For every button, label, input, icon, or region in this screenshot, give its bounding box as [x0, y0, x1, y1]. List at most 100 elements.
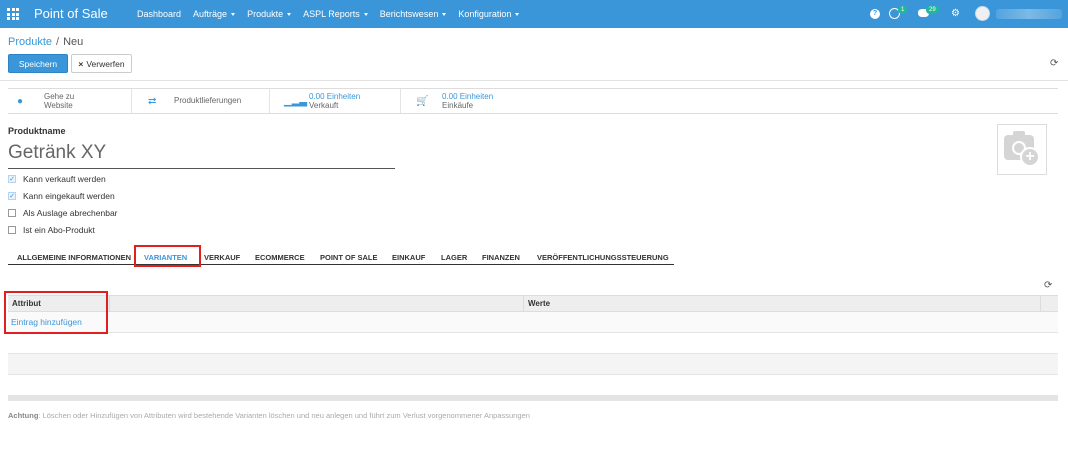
checkbox-unchecked-icon[interactable] [8, 226, 16, 234]
breadcrumb: Produkte / Neu [8, 36, 83, 48]
menu-berichtswesen[interactable]: Berichtswesen [380, 9, 447, 19]
discard-label: Verwerfen [86, 58, 125, 69]
caret-down-icon [442, 12, 447, 16]
table-row [8, 375, 1058, 396]
menu-produkte[interactable]: Produkte [247, 9, 292, 19]
smart-button-bar: ● Gehe zu Website ⇄ Produktlieferungen ▁▂… [8, 88, 1058, 114]
menu-label: Konfiguration [458, 9, 512, 19]
checkbox-subscription[interactable]: Ist ein Abo-Produkt [8, 225, 95, 235]
menu-label: ASPL Reports [303, 9, 360, 19]
table-row [8, 354, 1058, 375]
checkbox-checked-icon[interactable]: ✓ [8, 192, 16, 200]
plus-icon: + [1020, 147, 1040, 167]
smart-button-text: Produktlieferungen [174, 96, 241, 105]
menu-auftraege[interactable]: Aufträge [193, 9, 236, 19]
caret-down-icon [287, 12, 292, 16]
table-footer [8, 396, 1058, 401]
stat-line: Verkauft [309, 101, 339, 110]
tab-point-of-sale[interactable]: POINT OF SALE [320, 253, 378, 262]
product-name-label: Produktname [8, 126, 66, 136]
smart-button-text: 0.00 Einheiten Einkäufe [442, 92, 493, 110]
caret-down-icon [231, 12, 236, 16]
tab-finance[interactable]: FINANZEN [482, 253, 520, 262]
menu-label: Aufträge [193, 9, 228, 19]
stat-value: 0.00 Einheiten [309, 92, 361, 101]
menu-aspl-reports[interactable]: ASPL Reports [303, 9, 368, 19]
table-row: Eintrag hinzufügen [8, 312, 1058, 333]
tab-sales[interactable]: VERKAUF [204, 253, 240, 262]
stat-line: Einkäufe [442, 101, 474, 110]
top-navbar: Point of Sale Dashboard Aufträge Produkt… [0, 0, 1068, 28]
menu-konfiguration[interactable]: Konfiguration [458, 9, 520, 19]
signal-icon: ▁▂▃ [284, 96, 308, 107]
warning-message: : Löschen oder Hinzufügen von Attributen… [38, 411, 530, 420]
save-label: Speichern [18, 58, 58, 69]
main-menu: Dashboard Aufträge Produkte ASPL Reports… [137, 0, 531, 28]
debug-gear-icon[interactable]: ⚙ [951, 9, 962, 19]
message-count-badge: 29 [926, 6, 939, 14]
checkbox-label: Kann verkauft werden [23, 174, 106, 184]
apps-menu-icon[interactable] [7, 8, 19, 20]
checkbox-checked-icon[interactable]: ✓ [8, 175, 16, 183]
menu-label: Berichtswesen [379, 9, 439, 19]
stat-value: 0.00 Einheiten [442, 92, 494, 101]
discard-button[interactable]: × Verwerfen [71, 54, 132, 73]
checkbox-expense[interactable]: Als Auslage abrechenbar [8, 208, 118, 218]
variant-warning-text: Achtung: Löschen oder Hinzufügen von Att… [8, 411, 530, 420]
table-header: Attribut Werte [8, 295, 1058, 313]
column-separator [523, 296, 524, 313]
checkbox-unchecked-icon[interactable] [8, 209, 16, 217]
smart-button-sold[interactable]: ▁▂▃ 0.00 Einheiten Verkauft [270, 89, 401, 113]
checkbox-label: Als Auslage abrechenbar [23, 208, 118, 218]
breadcrumb-parent-link[interactable]: Produkte [8, 36, 52, 48]
tab-inventory[interactable]: LAGER [441, 253, 467, 262]
warning-label: Achtung [8, 411, 39, 420]
checkbox-label: Kann eingekauft werden [23, 191, 115, 201]
checkbox-can-be-purchased[interactable]: ✓ Kann eingekauft werden [8, 191, 115, 201]
tab-purchase[interactable]: EINKAUF [392, 253, 425, 262]
highlight-box-variants-tab [134, 245, 201, 267]
smart-button-text: Gehe zu Website [44, 92, 74, 110]
breadcrumb-current: Neu [63, 36, 84, 48]
refresh-icon[interactable]: ⟳ [1050, 58, 1058, 69]
tab-publishing[interactable]: VERÖFFENTLICHUNGSSTEUERUNG [537, 253, 669, 262]
breadcrumb-separator: / [56, 36, 60, 48]
product-name-input[interactable]: Getränk XY [8, 142, 106, 164]
smart-button-purchases[interactable]: 🛒 0.00 Einheiten Einkäufe [401, 89, 532, 113]
tab-ecommerce[interactable]: ECOMMERCE [255, 253, 305, 262]
menu-label: Produkte [247, 9, 284, 19]
checkbox-label: Ist ein Abo-Produkt [23, 225, 95, 235]
globe-icon: ● [17, 96, 24, 107]
menu-label: Dashboard [137, 9, 182, 19]
user-name-blurred[interactable] [996, 9, 1062, 19]
app-brand: Point of Sale [34, 6, 108, 21]
stat-line: Website [44, 101, 73, 110]
help-icon[interactable]: ? [870, 9, 880, 19]
activity-count-badge: 1 [898, 6, 908, 14]
product-name-underline [8, 168, 395, 169]
stat-line: Produktlieferungen [174, 96, 242, 105]
close-icon: × [78, 58, 84, 69]
tab-general-information[interactable]: ALLGEMEINE INFORMATIONEN [17, 253, 131, 262]
refresh-icon[interactable]: ⟳ [1044, 280, 1052, 291]
caret-down-icon [515, 12, 520, 16]
save-button[interactable]: Speichern [8, 54, 68, 73]
cart-icon: 🛒 [416, 96, 429, 107]
table-row [8, 333, 1058, 354]
checkbox-can-be-sold[interactable]: ✓ Kann verkauft werden [8, 174, 106, 184]
smart-button-website[interactable]: ● Gehe zu Website [8, 89, 132, 113]
smart-button-deliveries[interactable]: ⇄ Produktlieferungen [132, 89, 270, 113]
menu-dashboard[interactable]: Dashboard [137, 9, 181, 19]
user-avatar[interactable] [975, 6, 990, 21]
notebook-tabs: ALLGEMEINE INFORMATIONEN VARIANTEN VERKA… [8, 250, 674, 265]
divider [0, 80, 1068, 81]
caret-down-icon [363, 12, 368, 16]
smart-button-text: 0.00 Einheiten Verkauft [309, 92, 360, 110]
column-header-values[interactable]: Werte [528, 299, 550, 308]
highlight-box-attribute [4, 291, 108, 334]
product-image-upload[interactable]: + [997, 124, 1047, 175]
column-separator [1040, 296, 1041, 313]
exchange-icon: ⇄ [148, 96, 157, 107]
stat-line: Gehe zu [44, 92, 75, 101]
column-separator [109, 296, 110, 313]
